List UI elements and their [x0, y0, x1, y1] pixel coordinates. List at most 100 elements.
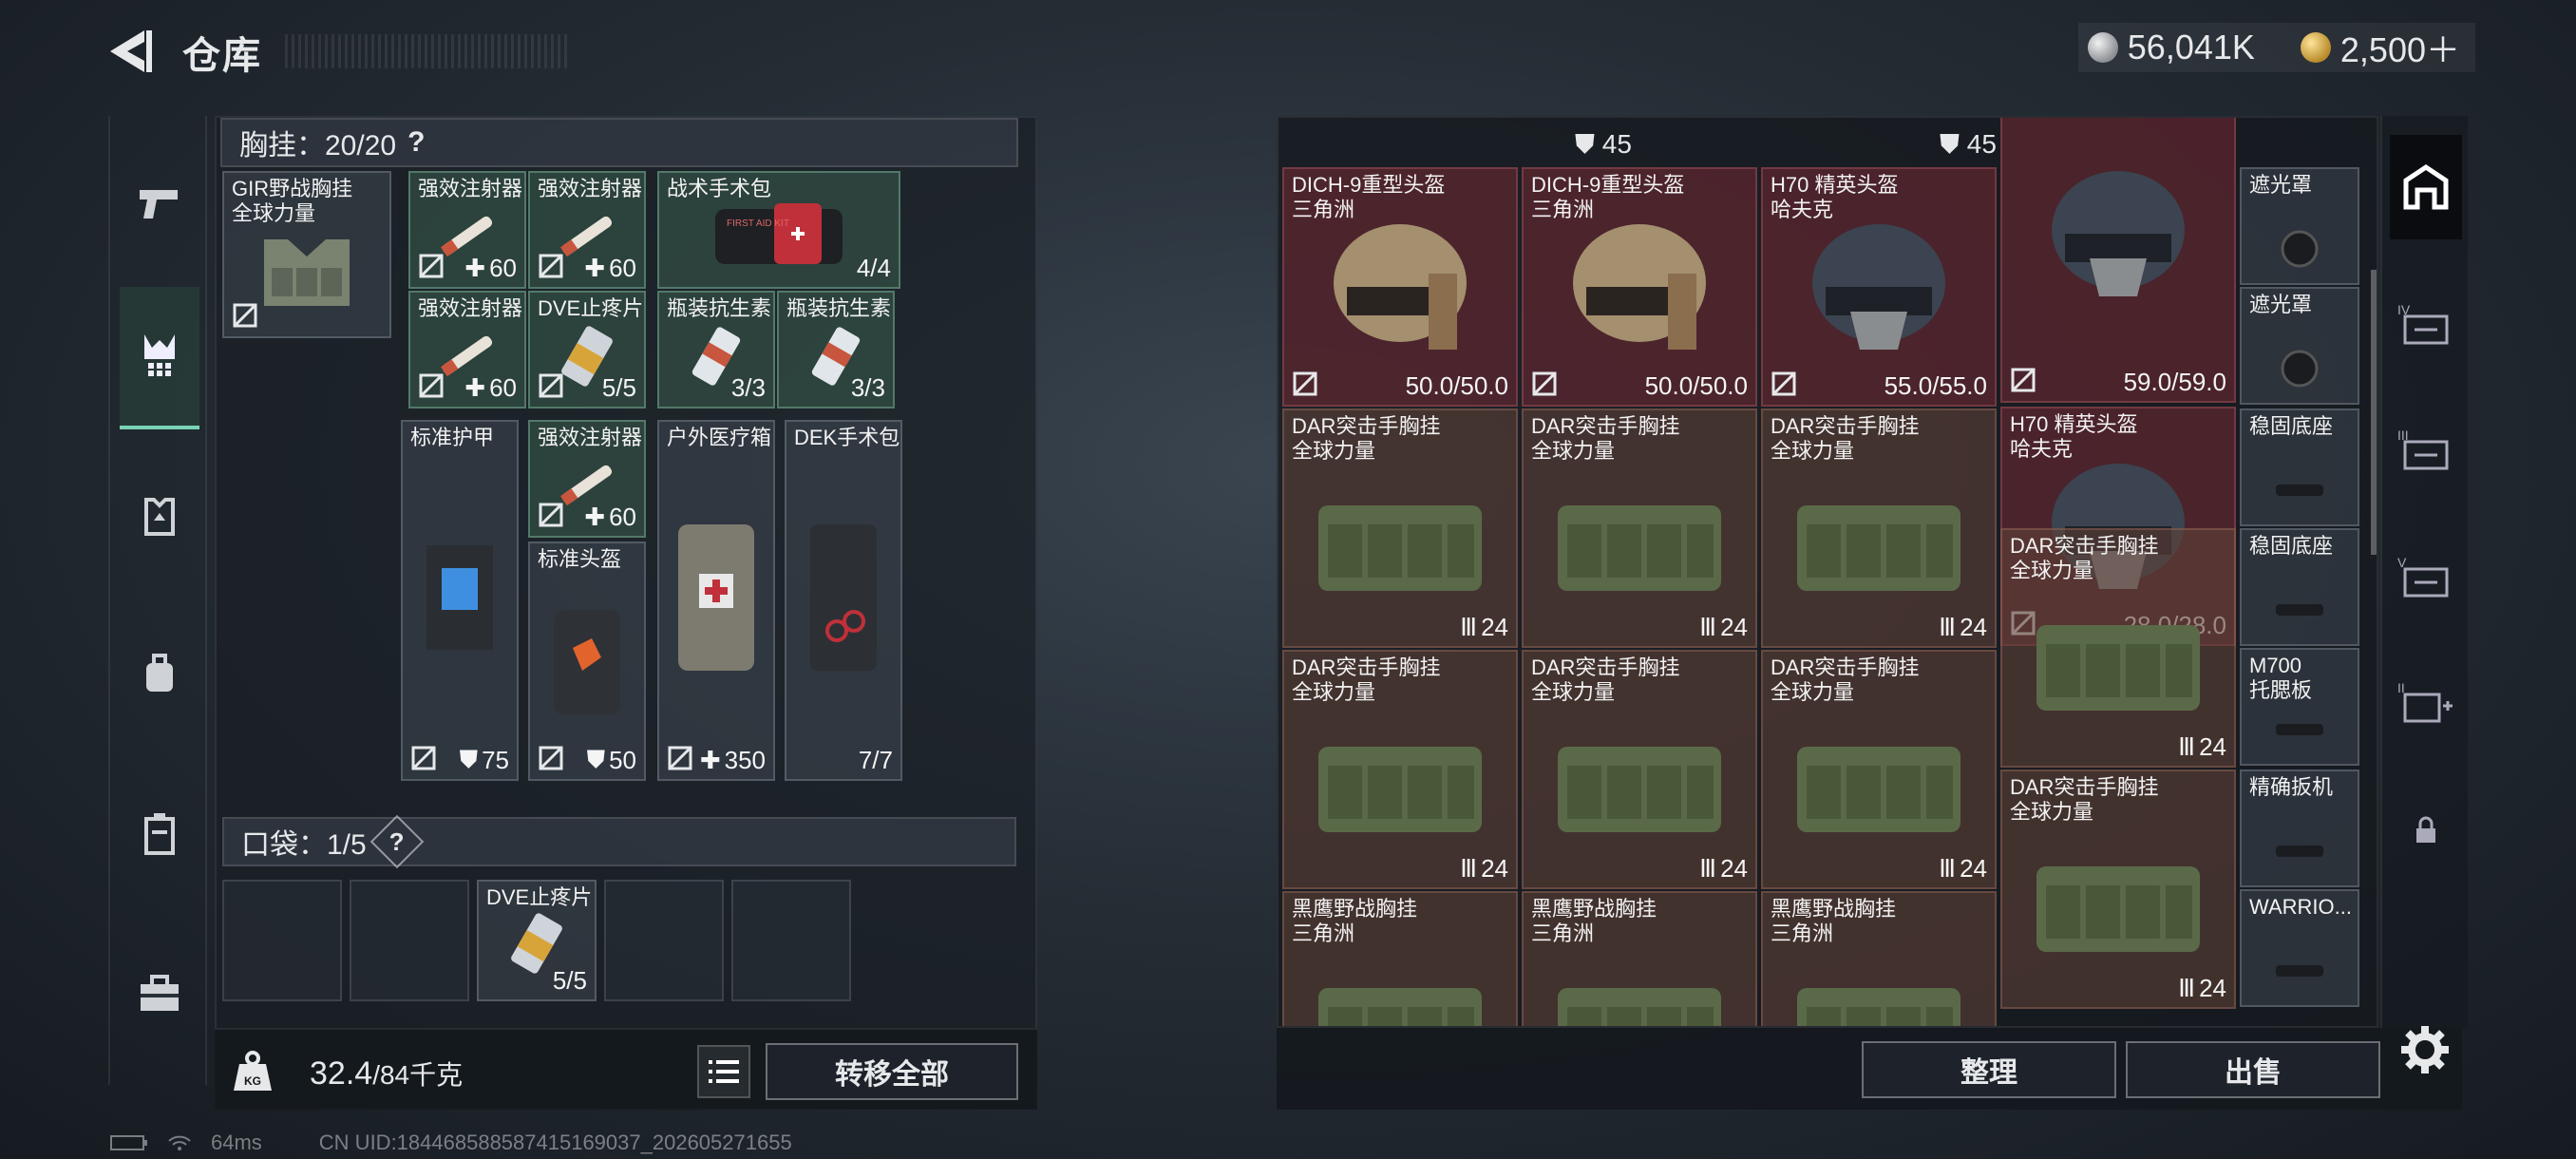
item-value: 5/5: [601, 373, 636, 402]
loadout-panel[interactable]: 胸挂：20/20 ? GIR野战胸挂 全球力量 强效注射器 ✚ 60 强效注射器 …: [215, 116, 1037, 1110]
helmet-item[interactable]: 标准头盔 ⛊ 50: [528, 542, 646, 781]
settings-button[interactable]: [2397, 1022, 2453, 1077]
item-name: 黑鹰野战胸挂 三角洲: [1771, 897, 1897, 945]
stash-item[interactable]: DICH-9重型头盔 三角洲 50.0/50.0: [1282, 167, 1518, 407]
stash-item[interactable]: DAR突击手胸挂 全球力量 Ⅲ 24: [1522, 650, 1757, 889]
stash-item[interactable]: DAR突击手胸挂 全球力量 Ⅲ 24: [1522, 408, 1757, 648]
stash-item[interactable]: DICH-9重型头盔 三角洲 50.0/50.0: [1522, 167, 1757, 407]
injector-item[interactable]: 强效注射器 ✚ 60: [408, 171, 526, 289]
chest-rig-item[interactable]: GIR野战胸挂 全球力量: [222, 171, 391, 338]
painkiller-item[interactable]: DVE止疼片 5/5: [528, 291, 646, 408]
back-button[interactable]: [106, 27, 156, 76]
list-icon: [709, 1060, 739, 1083]
item-value: Ⅲ 24: [1939, 613, 1987, 641]
nav-weapons[interactable]: [120, 163, 199, 243]
attachment-art: [2276, 846, 2323, 857]
rig-capacity-icon: Ⅲ: [1939, 613, 1957, 641]
item-name: H70 精英头盔 哈夫克: [2010, 412, 2138, 461]
gear-icon: [2401, 1026, 2449, 1074]
attachment-item[interactable]: M700 托腮板: [2240, 648, 2359, 766]
no-trade-icon: [539, 254, 563, 278]
case-icon: [144, 813, 175, 855]
nav-toolbox[interactable]: [120, 954, 199, 1034]
no-trade-icon: [411, 746, 436, 770]
toolbox-icon: [141, 975, 179, 1011]
organize-button[interactable]: 整理: [1862, 1041, 2116, 1098]
stash-item[interactable]: DAR突击手胸挂 全球力量 Ⅲ 24: [1282, 408, 1518, 648]
attachment-item[interactable]: 稳固底座: [2240, 528, 2359, 646]
stash-item[interactable]: 黑鹰野战胸挂 三角洲: [1522, 891, 1757, 1026]
stash-tab-5[interactable]: V: [2390, 540, 2462, 612]
attachment-item[interactable]: 遮光罩: [2240, 287, 2359, 405]
pocket-slot-empty[interactable]: [731, 880, 851, 1001]
nav-armor[interactable]: [120, 477, 199, 557]
helmet-art: [1573, 224, 1706, 350]
item-name: 遮光罩: [2249, 293, 2313, 316]
transfer-all-button[interactable]: 转移全部: [766, 1043, 1018, 1100]
stash-item[interactable]: 黑鹰野战胸挂 三角洲: [1761, 891, 1997, 1026]
stash-tab-4[interactable]: IV: [2390, 287, 2462, 359]
pocket-painkiller-item[interactable]: DVE止疼片 5/5: [477, 880, 597, 1001]
pistol-icon: [140, 190, 178, 218]
scrollbar[interactable]: [2371, 270, 2377, 555]
rig-capacity-icon: Ⅲ: [2178, 974, 2196, 1002]
antibiotic-item[interactable]: 瓶装抗生素 3/3: [777, 291, 895, 408]
injector-item[interactable]: 强效注射器 ✚ 60: [408, 291, 526, 408]
stash-item[interactable]: H70 精英头盔 哈夫克 55.0/55.0: [1761, 167, 1997, 407]
item-name: 瓶装抗生素: [786, 296, 892, 320]
sell-button[interactable]: 出售: [2126, 1041, 2380, 1098]
item-name: DAR突击手胸挂 全球力量: [2010, 534, 2159, 582]
stash-item[interactable]: 黑鹰野战胸挂 三角洲: [1282, 891, 1518, 1026]
attachment-item[interactable]: WARRIO...: [2240, 889, 2359, 1007]
help-icon[interactable]: ?: [407, 126, 425, 159]
stash-item[interactable]: 59.0/59.0: [2000, 118, 2236, 403]
pocket-label: 口袋：1/5: [241, 829, 367, 861]
stash-tab-main[interactable]: [2390, 135, 2462, 239]
pocket-slot-empty[interactable]: [222, 880, 342, 1001]
heal-plus-icon: ✚: [464, 373, 486, 402]
item-name: 强效注射器: [538, 177, 643, 200]
pocket-slot-empty[interactable]: [350, 880, 469, 1001]
medical-box-item[interactable]: 户外医疗箱 ✚ 350: [657, 420, 775, 781]
item-value: ⛊ 75: [459, 745, 509, 774]
stash-item[interactable]: DAR突击手胸挂 全球力量 Ⅲ 24: [1761, 408, 1997, 648]
stash-item[interactable]: DAR突击手胸挂 全球力量 Ⅲ 24: [2000, 528, 2236, 768]
stash-panel[interactable]: ⛊ 45 ⛊ 45 DICH-9重型头盔 三角洲 50.0/50.0 DICH-9…: [1277, 116, 2378, 1028]
nav-backpack[interactable]: [120, 635, 199, 714]
attachment-art: [2276, 484, 2323, 496]
gold-amount[interactable]: 2,500＋: [2340, 23, 2460, 72]
item-value: 3/3: [730, 373, 766, 402]
stash-item[interactable]: DAR突击手胸挂 全球力量 Ⅲ 24: [1761, 650, 1997, 889]
attachment-item[interactable]: 稳固底座: [2240, 408, 2359, 526]
stash-tab-locked[interactable]: [2390, 794, 2462, 866]
list-view-button[interactable]: [697, 1045, 750, 1098]
stash-item[interactable]: DAR突击手胸挂 全球力量 Ⅲ 24: [2000, 770, 2236, 1009]
pocket-slot-empty[interactable]: [604, 880, 724, 1001]
help-icon[interactable]: ?: [369, 814, 425, 869]
no-trade-icon: [668, 746, 692, 770]
armor-item[interactable]: 标准护甲 ⛊ 75: [401, 420, 519, 781]
stash-item[interactable]: DAR突击手胸挂 全球力量 Ⅲ 24: [1282, 650, 1518, 889]
dek-surgery-kit-item[interactable]: DEK手术包 7/7: [785, 420, 902, 781]
attachment-item[interactable]: 精确扳机: [2240, 770, 2359, 887]
item-name: DAR突击手胸挂 全球力量: [1531, 414, 1680, 463]
attachment-item[interactable]: 遮光罩: [2240, 167, 2359, 285]
item-name: 标准头盔: [538, 547, 622, 571]
nav-container[interactable]: [120, 794, 199, 874]
item-value: 7/7: [858, 746, 893, 774]
item-name: DICH-9重型头盔 三角洲: [1531, 173, 1685, 221]
stash-tab-3[interactable]: III: [2390, 412, 2462, 484]
stash-tab-2[interactable]: II: [2390, 665, 2462, 737]
antibiotic-item[interactable]: 瓶装抗生素 3/3: [657, 291, 775, 408]
svg-text:FIRST AID KIT: FIRST AID KIT: [727, 218, 789, 229]
nav-chest-rig[interactable]: [120, 287, 199, 429]
injector-item[interactable]: 强效注射器 ✚ 60: [528, 171, 646, 289]
uid-text: CN UID:1844685885874151690​37_2026052716…: [318, 1130, 792, 1154]
surgery-kit-item[interactable]: 战术手术包 FIRST AID KIT 4/4: [657, 171, 900, 289]
heal-plus-icon: ✚: [464, 254, 486, 282]
item-value: ⛊ 50: [586, 745, 636, 774]
item-value: Ⅲ 24: [1699, 854, 1748, 883]
item-name: GIR野战胸挂 全球力量: [232, 177, 353, 225]
helmet-art: [1334, 224, 1467, 350]
injector-item[interactable]: 强效注射器 ✚ 60: [528, 420, 646, 538]
